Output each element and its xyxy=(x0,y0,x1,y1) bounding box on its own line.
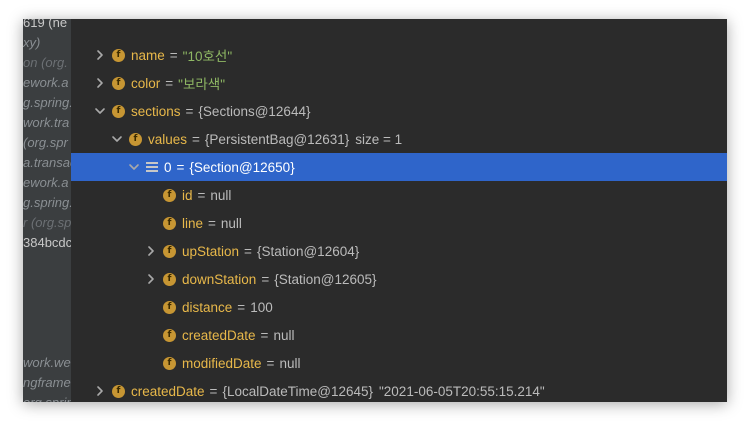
field-value: "보라색" xyxy=(178,77,226,92)
field-name: distance xyxy=(182,299,233,315)
tree-row-downStation[interactable]: f downStation = {Station@12605} xyxy=(71,265,727,293)
field-icon: f xyxy=(112,104,125,118)
field-icon: f xyxy=(112,48,125,62)
equals-sign: = xyxy=(266,355,275,371)
field-name: createdDate xyxy=(131,383,205,399)
equals-sign: = xyxy=(244,243,252,259)
field-value: {PersistentBag@12631} xyxy=(204,131,350,147)
equals-sign: = xyxy=(197,187,206,203)
field-name: values xyxy=(148,131,188,147)
background-code-line: g.spring. xyxy=(23,195,71,210)
equals-sign: = xyxy=(209,383,218,399)
tree-row-sections[interactable]: f sections = {Sections@12644} xyxy=(71,97,727,125)
tree-row-id[interactable]: f id = null xyxy=(71,181,727,209)
tree-row-distance[interactable]: f distance = 100 xyxy=(71,293,727,321)
field-icon: f xyxy=(129,132,142,146)
field-name: createdDate xyxy=(182,327,256,343)
variables-tree[interactable]: f name = "10호선" f color = "보라색" f sections = {Secti… xyxy=(71,19,727,402)
equals-sign: = xyxy=(237,299,246,315)
background-code-line: 384bcdc xyxy=(23,235,71,250)
toggle-placeholder xyxy=(144,356,158,370)
field-value: {Station@12605} xyxy=(274,271,377,287)
equals-sign: = xyxy=(176,159,185,175)
field-name: id xyxy=(182,187,193,203)
toggle-placeholder xyxy=(144,328,158,342)
chevron-right-icon[interactable] xyxy=(144,244,158,258)
equals-sign: = xyxy=(185,103,194,119)
field-name: downStation xyxy=(182,271,257,287)
field-value: "10호선" xyxy=(182,49,233,64)
equals-sign: = xyxy=(261,271,270,287)
tree-row-line[interactable]: f line = null xyxy=(71,209,727,237)
equals-sign: = xyxy=(192,131,200,147)
field-value: null xyxy=(220,215,242,231)
field-icon: f xyxy=(163,300,176,314)
field-value: 100 xyxy=(250,299,273,315)
array-element-icon xyxy=(146,161,158,173)
equals-sign: = xyxy=(208,215,216,231)
equals-sign: = xyxy=(169,47,178,63)
field-value: {LocalDateTime@12645} xyxy=(222,383,373,399)
background-code-line: 619 (ne xyxy=(23,19,68,30)
equals-sign: = xyxy=(260,327,269,343)
background-code-line: work.we xyxy=(23,355,71,370)
field-icon: f xyxy=(163,216,176,230)
field-name: modifiedDate xyxy=(182,355,262,371)
chevron-down-icon[interactable] xyxy=(110,132,124,146)
tree-row-upStation[interactable]: f upStation = {Station@12604} xyxy=(71,237,727,265)
field-name: upStation xyxy=(182,243,240,259)
tree-row-item0[interactable]: 0 = {Section@12650} xyxy=(71,153,727,181)
field-name: 0 xyxy=(164,159,172,175)
background-code-line: xy) xyxy=(23,35,41,50)
toggle-placeholder xyxy=(144,216,158,230)
field-extra: "2021-06-05T20:55:15.214" xyxy=(379,383,545,399)
toggle-placeholder xyxy=(144,188,158,202)
background-code-line: r (org.sp xyxy=(23,215,71,230)
field-value: {Section@12650} xyxy=(189,159,295,175)
chevron-right-icon[interactable] xyxy=(93,76,107,90)
tree-row-createdDate_inner[interactable]: f createdDate = null xyxy=(71,321,727,349)
field-icon: f xyxy=(163,328,176,342)
chevron-right-icon[interactable] xyxy=(93,48,107,62)
field-value: {Station@12604} xyxy=(256,243,360,259)
background-code-line: org.sprin xyxy=(23,393,71,402)
field-icon: f xyxy=(163,272,176,286)
field-icon: f xyxy=(112,384,125,398)
tree-row-values[interactable]: f values = {PersistentBag@12631} size = 1 xyxy=(71,125,727,153)
chevron-down-icon[interactable] xyxy=(127,160,141,174)
field-icon: f xyxy=(163,188,176,202)
background-code-line: ngframe xyxy=(23,375,71,390)
background-code-line: ework.a xyxy=(23,175,69,190)
tree-row-modifiedDate_inner[interactable]: f modifiedDate = null xyxy=(71,349,727,377)
field-name: name xyxy=(131,47,165,63)
field-value: null xyxy=(210,187,232,203)
toggle-placeholder xyxy=(144,300,158,314)
chevron-down-icon[interactable] xyxy=(93,104,107,118)
background-code-line: ework.a xyxy=(23,75,69,90)
background-code-line: work.tra xyxy=(23,115,70,130)
chevron-right-icon[interactable] xyxy=(144,272,158,286)
field-name: line xyxy=(182,215,204,231)
equals-sign: = xyxy=(165,75,174,91)
field-value: {Sections@12644} xyxy=(198,103,311,119)
background-code-line: a.transac xyxy=(23,155,71,170)
debugger-window: 619 (ne xy) on (org. ework.a g.spring. work.t… xyxy=(23,19,727,402)
field-icon: f xyxy=(163,244,176,258)
field-value: null xyxy=(279,355,301,371)
chevron-right-icon[interactable] xyxy=(93,384,107,398)
tree-row-name[interactable]: f name = "10호선" xyxy=(71,41,727,69)
field-name: sections xyxy=(131,103,181,119)
field-icon: f xyxy=(163,356,176,370)
field-name: color xyxy=(131,75,161,91)
field-icon: f xyxy=(112,76,125,90)
tree-row-color[interactable]: f color = "보라색" xyxy=(71,69,727,97)
background-editor-code: 619 (ne xy) on (org. ework.a g.spring. work.t… xyxy=(23,19,71,402)
field-extra: size = 1 xyxy=(355,131,403,147)
background-code-line: g.spring. xyxy=(23,95,71,110)
tree-row-createdDate[interactable]: f createdDate = {LocalDateTime@12645} "2021-… xyxy=(71,377,727,402)
field-value: null xyxy=(273,327,295,343)
background-code-line: (org.spr xyxy=(23,135,68,150)
background-code-line: on (org. xyxy=(23,55,68,70)
